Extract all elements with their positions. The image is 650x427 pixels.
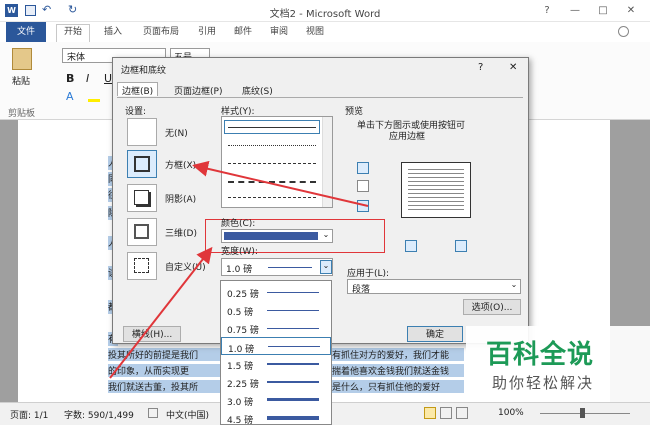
watermark: 百科全说 助你轻松解决 (466, 326, 650, 402)
arrow-to-width (109, 246, 213, 379)
arrow-to-box-setting (192, 160, 369, 207)
watermark-title: 百科全说 (486, 340, 595, 370)
watermark-subtitle: 助你轻松解决 (492, 374, 595, 392)
